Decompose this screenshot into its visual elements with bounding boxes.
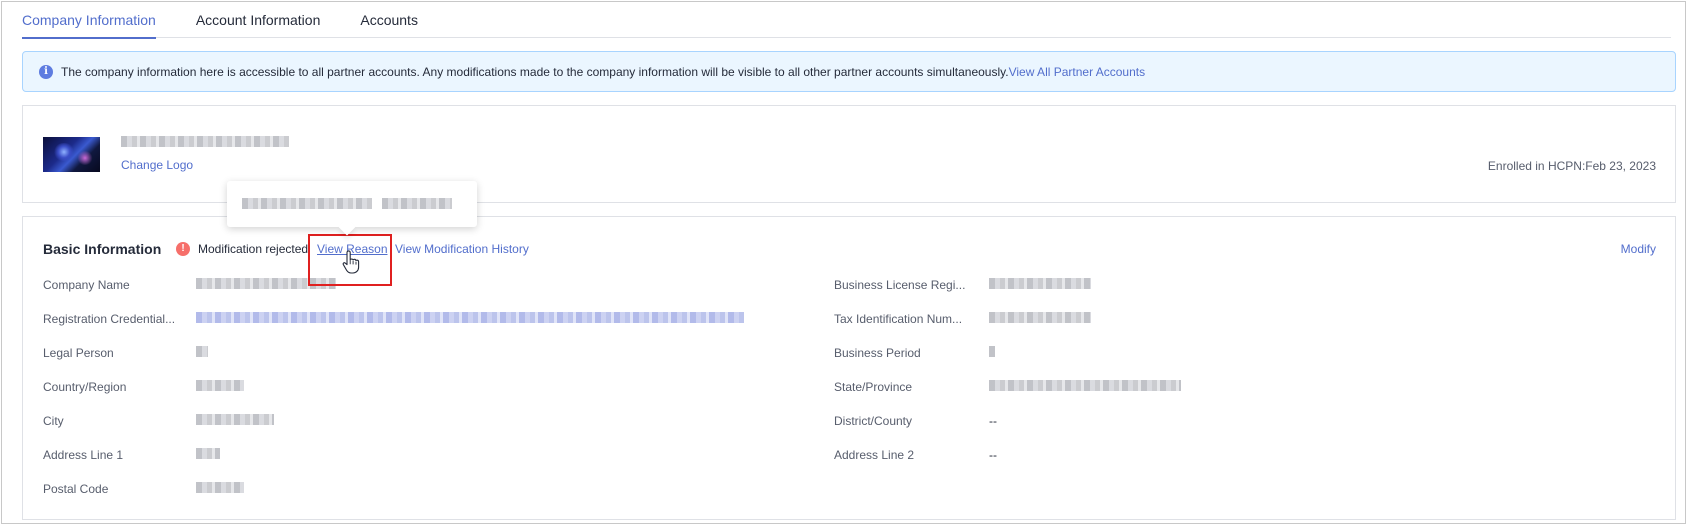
- status-text: Modification rejected: [198, 242, 309, 256]
- field-label-business-license: Business License Regi...: [834, 278, 966, 292]
- field-value-redacted: [196, 414, 274, 425]
- company-logo: [43, 137, 100, 172]
- field-value-district-county: --: [989, 414, 997, 428]
- field-value-redacted: [196, 482, 244, 493]
- field-value-redacted: [989, 278, 1091, 289]
- basic-information-card: Basic Information ! Modification rejecte…: [22, 216, 1676, 520]
- field-label-company-name: Company Name: [43, 278, 130, 292]
- field-label-tax-identification: Tax Identification Num...: [834, 312, 963, 326]
- field-label-city: City: [43, 414, 64, 428]
- field-value-redacted: [196, 380, 244, 391]
- view-modification-history-link[interactable]: View Modification History: [395, 242, 529, 256]
- tab-company-information[interactable]: Company Information: [22, 2, 156, 39]
- modify-link[interactable]: Modify: [1621, 242, 1656, 256]
- hand-pointer-icon: [342, 250, 360, 274]
- field-label-district-county: District/County: [834, 414, 913, 428]
- field-value-address-line-2: --: [989, 448, 997, 462]
- reason-tooltip: [227, 181, 477, 227]
- notice-text: The company information here is accessib…: [61, 64, 1009, 79]
- field-value-redacted: [989, 380, 1181, 391]
- field-label-registration-credential: Registration Credential...: [43, 312, 176, 326]
- change-logo-link[interactable]: Change Logo: [121, 158, 193, 172]
- tab-accounts[interactable]: Accounts: [360, 2, 418, 38]
- field-value-redacted: [196, 346, 208, 357]
- tooltip-text-redacted: [382, 198, 452, 209]
- field-label-legal-person: Legal Person: [43, 346, 114, 360]
- view-all-partner-accounts-link[interactable]: View All Partner Accounts: [1009, 65, 1146, 79]
- field-label-business-period: Business Period: [834, 346, 921, 360]
- section-title: Basic Information: [43, 241, 162, 257]
- error-icon: !: [176, 242, 190, 256]
- info-notice: i The company information here is access…: [22, 51, 1676, 92]
- field-value-redacted: [989, 312, 1091, 323]
- field-label-state-province: State/Province: [834, 380, 913, 394]
- company-name-redacted: [121, 136, 289, 147]
- field-label-address-line-1: Address Line 1: [43, 448, 124, 462]
- enrolled-date: Enrolled in HCPN:Feb 23, 2023: [1487, 159, 1656, 173]
- tab-bar: Company Information Account Information …: [22, 2, 1671, 39]
- tab-account-information[interactable]: Account Information: [196, 2, 321, 38]
- info-icon: i: [39, 64, 53, 79]
- field-label-country-region: Country/Region: [43, 380, 127, 394]
- field-label-postal-code: Postal Code: [43, 482, 109, 496]
- field-value-redacted-link[interactable]: [196, 312, 744, 323]
- field-value-redacted: [196, 448, 220, 459]
- tooltip-text-redacted: [242, 198, 372, 209]
- field-label-address-line-2: Address Line 2: [834, 448, 915, 462]
- field-value-redacted: [989, 346, 995, 357]
- page-frame: Company Information Account Information …: [1, 1, 1686, 524]
